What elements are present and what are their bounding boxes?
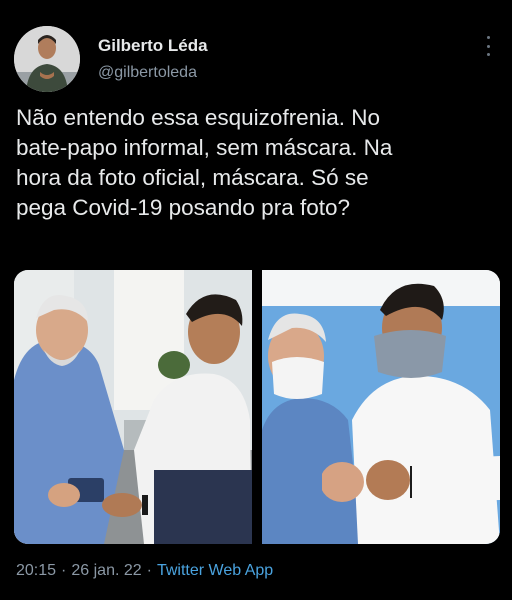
avatar[interactable] [14, 26, 80, 92]
tweet: Gilberto Léda @gilbertoleda Não entendo … [0, 0, 512, 600]
tweet-media[interactable] [14, 270, 500, 544]
author-name[interactable]: Gilberto Léda [98, 36, 208, 56]
photo-left-image [14, 270, 252, 544]
separator: · [61, 562, 67, 579]
photo-left[interactable] [14, 270, 252, 544]
tweet-time[interactable]: 20:15 [16, 562, 56, 579]
tweet-meta: 20:15 · 26 jan. 22 · Twitter Web App [16, 562, 273, 580]
avatar-image [14, 26, 80, 92]
photo-right-image [262, 270, 500, 544]
author-handle[interactable]: @gilbertoleda [98, 64, 197, 82]
photo-right[interactable] [262, 270, 500, 544]
separator: · [146, 562, 152, 579]
tweet-date[interactable]: 26 jan. 22 [71, 562, 141, 579]
tweet-text: Não entendo essa esquizofrenia. No bate-… [16, 105, 393, 220]
more-vertical-icon[interactable] [480, 36, 496, 56]
tweet-source-link[interactable]: Twitter Web App [157, 562, 273, 579]
